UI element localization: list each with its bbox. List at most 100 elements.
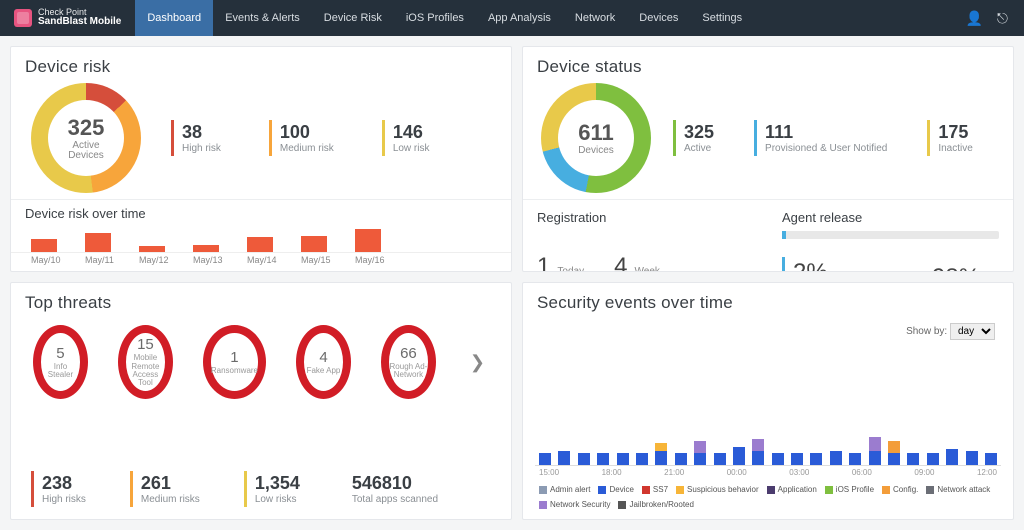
security-events-chart — [535, 342, 1001, 466]
stack-column — [966, 451, 978, 465]
time-tick: 18:00 — [602, 468, 622, 477]
reg-today: 1 Today — [537, 253, 584, 272]
threat-ring-ransomware[interactable]: 1 Ransomware — [203, 325, 266, 399]
device-risk-donut: 325 Active Devices — [31, 83, 141, 193]
legend-swatch-icon — [618, 501, 626, 509]
stack-column — [830, 451, 842, 465]
stack-segment — [927, 453, 939, 465]
legend-swatch-icon — [882, 486, 890, 494]
legend-item: Jailbroken/Rooted — [618, 500, 693, 509]
stack-segment — [985, 453, 997, 465]
threat-ring-rough-ad[interactable]: 66 Rough Ad-Network — [381, 325, 436, 399]
device-risk-bar-labels: May/10May/11May/12May/13May/14May/15May/… — [11, 253, 511, 271]
legend-swatch-icon — [825, 486, 833, 494]
nav-tabs: Dashboard Events & Alerts Device Risk iO… — [135, 0, 754, 36]
user-icon[interactable]: 👤 — [965, 10, 982, 27]
stack-segment — [675, 453, 687, 465]
top-threats-title: Top threats — [11, 283, 511, 317]
tab-devices[interactable]: Devices — [627, 0, 690, 36]
bar-label: May/11 — [85, 255, 111, 265]
stack-column — [539, 453, 551, 465]
stack-column — [869, 437, 881, 465]
legend-item: iOS Profile — [825, 485, 874, 494]
bar-label: May/13 — [193, 255, 219, 265]
tab-settings[interactable]: Settings — [690, 0, 754, 36]
stack-column — [597, 453, 609, 465]
time-tick: 09:00 — [914, 468, 934, 477]
stack-segment — [888, 453, 900, 465]
devices-total-label: Devices — [578, 146, 614, 157]
stack-column — [985, 453, 997, 465]
stat-medium-risks: 261 Medium risks — [130, 471, 200, 507]
stack-segment — [849, 453, 861, 465]
bar-label: May/15 — [301, 255, 327, 265]
stack-segment — [888, 441, 900, 453]
dashboard-grid: Device risk 325 Active Devices 38 High r… — [0, 36, 1024, 530]
legend-swatch-icon — [598, 486, 606, 494]
tab-network[interactable]: Network — [563, 0, 627, 36]
agent-release-block: Agent release 2% Latest ⓘ 98% Older — [768, 200, 1013, 272]
tab-dashboard[interactable]: Dashboard — [135, 0, 213, 36]
registration-title: Registration — [537, 204, 754, 227]
chevron-right-icon[interactable]: ❯ — [466, 348, 489, 377]
stack-column — [946, 449, 958, 465]
card-security-events: Security events over time Show by: day 1… — [522, 282, 1014, 520]
security-events-legend: Admin alertDeviceSS7Suspicious behaviorA… — [535, 479, 1001, 515]
card-device-risk: Device risk 325 Active Devices 38 High r… — [10, 46, 512, 272]
stack-column — [927, 453, 939, 465]
legend-item: Network Security — [539, 500, 610, 509]
stat-active: 325 Active — [673, 120, 714, 156]
stack-segment — [869, 451, 881, 465]
stat-high-risks: 238 High risks — [31, 471, 86, 507]
time-tick: 03:00 — [789, 468, 809, 477]
brand-text: Check Point SandBlast Mobile — [38, 8, 121, 28]
stack-column — [714, 453, 726, 465]
stack-column — [655, 443, 667, 465]
show-by-select[interactable]: day — [950, 323, 995, 340]
legend-swatch-icon — [676, 486, 684, 494]
legend-item: Device — [598, 485, 633, 494]
stat-low-risks: 1,354 Low risks — [244, 471, 300, 507]
stack-segment — [830, 451, 842, 465]
legend-swatch-icon — [539, 486, 547, 494]
bar-label: May/10 — [31, 255, 57, 265]
legend-item: Application — [767, 485, 817, 494]
threat-ring-mrat[interactable]: 15 Mobile Remote Access Tool — [118, 325, 173, 399]
logout-icon[interactable]: ⎋ — [997, 10, 1008, 27]
active-devices-count: 325 — [68, 115, 105, 141]
stack-column — [907, 453, 919, 465]
stack-column — [558, 451, 570, 465]
tab-ios-profiles[interactable]: iOS Profiles — [394, 0, 476, 36]
stack-segment — [558, 451, 570, 465]
stack-segment — [539, 453, 551, 465]
tab-app-analysis[interactable]: App Analysis — [476, 0, 563, 36]
stack-column — [694, 441, 706, 465]
stack-segment — [946, 449, 958, 465]
device-risk-bar-chart — [11, 223, 511, 253]
bar — [301, 236, 327, 252]
legend-swatch-icon — [539, 501, 547, 509]
stack-column — [733, 447, 745, 465]
bar — [85, 233, 111, 252]
tab-events-alerts[interactable]: Events & Alerts — [213, 0, 312, 36]
stack-segment — [694, 453, 706, 465]
stack-column — [752, 439, 764, 465]
legend-item: Admin alert — [539, 485, 590, 494]
bar — [139, 246, 165, 252]
threat-ring-fake-app[interactable]: 4 Fake App — [296, 325, 351, 399]
legend-item: Config. — [882, 485, 918, 494]
legend-item: Network attack — [926, 485, 990, 494]
tab-device-risk[interactable]: Device Risk — [312, 0, 394, 36]
device-risk-title: Device risk — [11, 47, 511, 81]
threat-ring-info-stealer[interactable]: 5 Info Stealer — [33, 325, 88, 399]
legend-swatch-icon — [926, 486, 934, 494]
stack-segment — [791, 453, 803, 465]
active-devices-label2: Devices — [68, 151, 104, 162]
stat-medium-risk: 100 Medium risk — [269, 120, 334, 156]
devices-total-count: 611 — [578, 120, 614, 146]
card-top-threats: Top threats 5 Info Stealer 15 Mobile Rem… — [10, 282, 512, 520]
bar — [355, 229, 381, 252]
bar-label: May/16 — [355, 255, 381, 265]
bar-label: May/12 — [139, 255, 165, 265]
stack-segment — [966, 451, 978, 465]
